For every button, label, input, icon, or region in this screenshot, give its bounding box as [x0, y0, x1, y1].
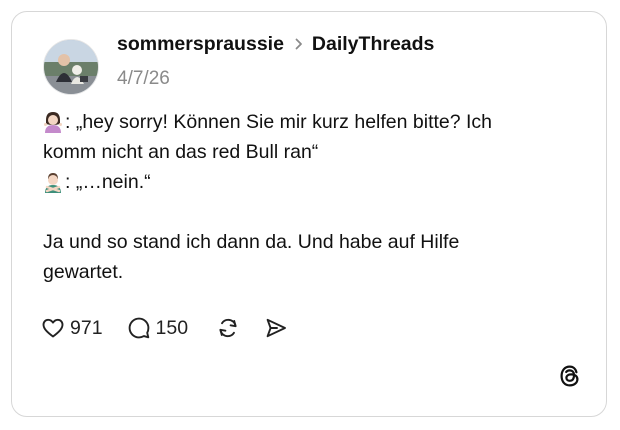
post-text-line: : „…nein.“ [65, 171, 151, 193]
threads-logo-icon [557, 363, 583, 389]
post-header: sommerspraussie DailyThreads [117, 29, 434, 59]
username-link[interactable]: sommerspraussie [117, 33, 284, 56]
chevron-right-icon [292, 37, 306, 51]
post-card: sommerspraussie DailyThreads 4/7/26 : „h… [11, 11, 607, 417]
post-line: : „…nein.“ [43, 167, 583, 197]
repost-icon [216, 316, 240, 340]
post-body: : „hey sorry! Können Sie mir kurz helfen… [43, 107, 583, 287]
send-icon [264, 316, 288, 340]
post-text-line: : „hey sorry! Können Sie mir kurz helfen… [65, 111, 493, 133]
reply-button[interactable]: 150 [127, 316, 189, 340]
share-button[interactable] [264, 316, 288, 340]
heart-icon [41, 316, 65, 340]
repost-button[interactable] [216, 316, 240, 340]
post-text-line: komm nicht an das red Bull ran“ [43, 141, 319, 163]
post-paragraph: Ja und so stand ich dann da. Und habe au… [43, 227, 583, 287]
post-text-line: Ja und so stand ich dann da. Und habe au… [43, 231, 460, 253]
post-text-line: gewartet. [43, 261, 124, 283]
reply-count: 150 [155, 316, 189, 339]
like-button[interactable]: 971 [41, 316, 103, 340]
comment-bubble-icon [127, 316, 151, 340]
post-actions: 971 150 [41, 315, 288, 341]
man-gesturing-no-emoji-icon [43, 171, 63, 193]
post-line: : „hey sorry! Können Sie mir kurz helfen… [43, 107, 583, 137]
avatar[interactable] [43, 39, 99, 95]
woman-shrugging-emoji-icon [43, 111, 63, 133]
community-link[interactable]: DailyThreads [312, 33, 434, 56]
post-date: 4/7/26 [117, 68, 170, 89]
post-line: komm nicht an das red Bull ran“ [43, 137, 583, 167]
like-count: 971 [70, 316, 103, 339]
